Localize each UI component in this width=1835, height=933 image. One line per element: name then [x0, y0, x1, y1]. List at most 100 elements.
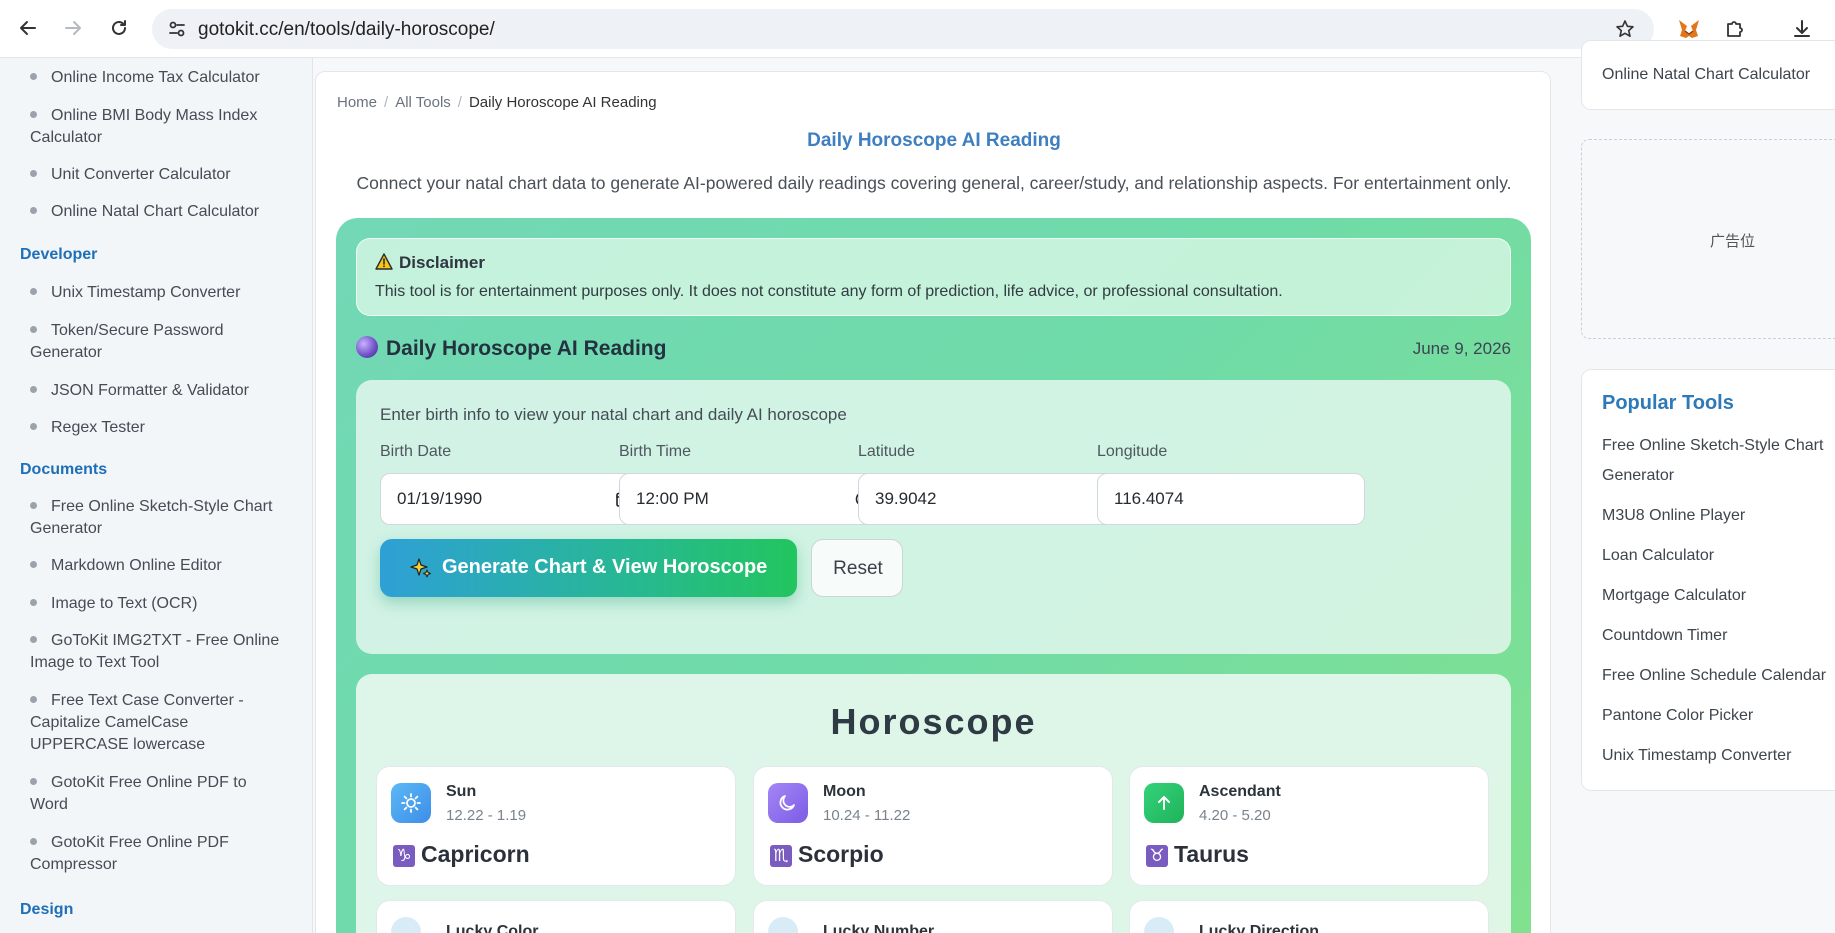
- sidebar-heading-documents: Documents: [20, 461, 108, 478]
- sidebar-item-json-formatter[interactable]: JSON Formatter & Validator: [30, 380, 280, 402]
- hash-icon: [768, 917, 798, 933]
- disclaimer-text: This tool is for entertainment purposes …: [375, 283, 1283, 300]
- palette-icon: [391, 917, 421, 933]
- sidebar-heading-developer: Developer: [20, 246, 98, 263]
- bullet-dot: [30, 696, 37, 704]
- sidebar-item-natal-chart[interactable]: Online Natal Chart Calculator: [30, 201, 280, 223]
- sidebar-item-ocr[interactable]: Image to Text (OCR): [30, 593, 280, 615]
- sidebar-item-pdf-to-word[interactable]: GotoKit Free Online PDF to Word: [30, 772, 280, 816]
- birth-date-value[interactable]: 01/19/1990: [397, 489, 482, 509]
- sidebar-item-unix-timestamp[interactable]: Unix Timestamp Converter: [30, 282, 280, 304]
- birth-date-label: Birth Date: [380, 443, 452, 460]
- back-arrow-icon: [20, 21, 36, 35]
- arrow-up-icon: [1144, 783, 1184, 823]
- sidebar-heading-design: Design: [20, 901, 74, 918]
- right-top-card: Online Natal Chart Calculator: [1581, 40, 1835, 110]
- sun-label: Sun: [446, 783, 477, 800]
- sidebar-item-markdown-editor[interactable]: Markdown Online Editor: [30, 555, 280, 577]
- sun-date-range: 12.22 - 1.19: [446, 807, 527, 824]
- bullet-dot: [30, 778, 37, 786]
- bookmark-star-icon[interactable]: [1614, 18, 1636, 40]
- right-natal-chart-link[interactable]: Online Natal Chart Calculator: [1602, 66, 1810, 84]
- birth-time-value[interactable]: 12:00 PM: [636, 489, 709, 509]
- generate-chart-button[interactable]: Generate Chart & View Horoscope: [380, 539, 797, 597]
- forward-button[interactable]: [58, 13, 88, 43]
- popular-item-unix-timestamp[interactable]: Unix Timestamp Converter: [1602, 741, 1835, 771]
- ad-label: 广告位: [1710, 233, 1756, 250]
- horoscope-panel: Disclaimer This tool is for entertainmen…: [336, 218, 1531, 933]
- sun-zodiac: ♑ Capricorn: [393, 841, 530, 868]
- latitude-input[interactable]: 39.9042: [858, 473, 1126, 525]
- sidebar-item-regex-tester[interactable]: Regex Tester: [30, 417, 280, 439]
- sidebar-item-img2txt[interactable]: GoToKit IMG2TXT - Free Online Image to T…: [30, 630, 280, 674]
- taurus-glyph-icon: ♉: [1146, 845, 1168, 867]
- moon-date-range: 10.24 - 11.22: [823, 807, 911, 824]
- breadcrumb: Home / All Tools / Daily Horoscope AI Readin…: [337, 94, 657, 111]
- horoscope-result-card: Horoscope Sun 12.22 - 1.19 ♑ Capricorn Mo…: [356, 674, 1511, 933]
- popular-item-mortgage-calculator[interactable]: Mortgage Calculator: [1602, 581, 1835, 611]
- url-text[interactable]: gotokit.cc/en/tools/daily-horoscope/: [198, 19, 495, 41]
- sidebar-item-case-converter[interactable]: Free Text Case Converter - Capitalize Ca…: [30, 690, 280, 756]
- breadcrumb-all-tools[interactable]: All Tools: [395, 94, 451, 111]
- sidebar-item-sketch-chart[interactable]: Free Online Sketch-Style Chart Generator: [30, 496, 280, 540]
- sidebar-item-unit-converter[interactable]: Unit Converter Calculator: [30, 164, 280, 186]
- latitude-label: Latitude: [858, 443, 915, 460]
- reload-button[interactable]: [104, 13, 134, 43]
- sidebar-item-pdf-compressor[interactable]: GotoKit Free Online PDF Compressor: [30, 832, 280, 876]
- site-info-icon[interactable]: [166, 18, 188, 40]
- birth-time-input[interactable]: 12:00 PM: [619, 473, 887, 525]
- popular-tools-title: Popular Tools: [1602, 392, 1734, 414]
- ascendant-sign-card: Ascendant 4.20 - 5.20 ♉ Taurus: [1129, 766, 1489, 886]
- back-button[interactable]: [13, 13, 43, 43]
- popular-item-sketch-chart[interactable]: Free Online Sketch-Style Chart Generator: [1602, 431, 1835, 491]
- bullet-dot: [30, 599, 37, 607]
- reset-label[interactable]: Reset: [812, 558, 904, 580]
- generate-chart-label[interactable]: Generate Chart & View Horoscope: [442, 556, 767, 579]
- reset-button[interactable]: Reset: [811, 539, 903, 597]
- sun-sign-card: Sun 12.22 - 1.19 ♑ Capricorn: [376, 766, 736, 886]
- sidebar-item-income-tax[interactable]: Online Income Tax Calculator: [30, 67, 280, 89]
- sun-icon: [391, 783, 431, 823]
- reading-date: June 9, 2026: [1412, 339, 1511, 358]
- disclaimer-box: Disclaimer This tool is for entertainmen…: [356, 238, 1511, 316]
- capricorn-glyph-icon: ♑: [393, 845, 415, 867]
- popular-item-pantone-picker[interactable]: Pantone Color Picker: [1602, 701, 1835, 731]
- sidebar-item-bmi[interactable]: Online BMI Body Mass Index Calculator: [30, 105, 280, 149]
- breadcrumb-home[interactable]: Home: [337, 94, 377, 111]
- longitude-value[interactable]: 116.4074: [1114, 489, 1184, 509]
- longitude-label: Longitude: [1097, 443, 1168, 460]
- popular-item-loan-calculator[interactable]: Loan Calculator: [1602, 541, 1835, 571]
- lucky-direction-card: Lucky Direction: [1129, 900, 1489, 933]
- latitude-value[interactable]: 39.9042: [875, 489, 936, 509]
- sidebar-item-token-generator[interactable]: Token/Secure Password Generator: [30, 320, 280, 364]
- address-bar[interactable]: gotokit.cc/en/tools/daily-horoscope/: [152, 9, 1654, 49]
- popular-item-m3u8-player[interactable]: M3U8 Online Player: [1602, 501, 1835, 531]
- bullet-dot: [30, 207, 37, 215]
- crystal-ball-icon: [356, 336, 378, 358]
- sparkles-icon: [410, 558, 431, 578]
- horoscope-title: Horoscope: [830, 701, 1037, 742]
- compass-icon: [1144, 917, 1174, 933]
- moon-zodiac: ♏ Scorpio: [770, 841, 884, 868]
- breadcrumb-separator: /: [457, 94, 462, 111]
- bullet-dot: [30, 502, 37, 510]
- ascendant-date-range: 4.20 - 5.20: [1199, 807, 1271, 824]
- ascendant-label: Ascendant: [1199, 783, 1281, 800]
- longitude-input[interactable]: 116.4074: [1097, 473, 1365, 525]
- reading-title: Daily Horoscope AI Reading: [356, 336, 666, 361]
- birth-date-input[interactable]: 01/19/1990: [380, 473, 648, 525]
- birth-info-form: Enter birth info to view your natal char…: [356, 380, 1511, 654]
- page-title: Daily Horoscope AI Reading: [807, 130, 1061, 151]
- forward-arrow-icon: [65, 21, 81, 35]
- warning-icon: [375, 253, 393, 275]
- ad-placeholder: 广告位: [1581, 139, 1835, 339]
- bullet-dot: [30, 111, 37, 119]
- page-description: Connect your natal chart data to generat…: [356, 173, 1512, 193]
- breadcrumb-current: Daily Horoscope AI Reading: [468, 94, 657, 111]
- popular-item-countdown-timer[interactable]: Countdown Timer: [1602, 621, 1835, 651]
- moon-label: Moon: [823, 783, 866, 800]
- scorpio-glyph-icon: ♏: [770, 845, 792, 867]
- popular-item-schedule-calendar[interactable]: Free Online Schedule Calendar: [1602, 661, 1835, 691]
- bullet-dot: [30, 838, 37, 846]
- popular-tools-card: Popular Tools Free Online Sketch-Style C…: [1581, 369, 1835, 791]
